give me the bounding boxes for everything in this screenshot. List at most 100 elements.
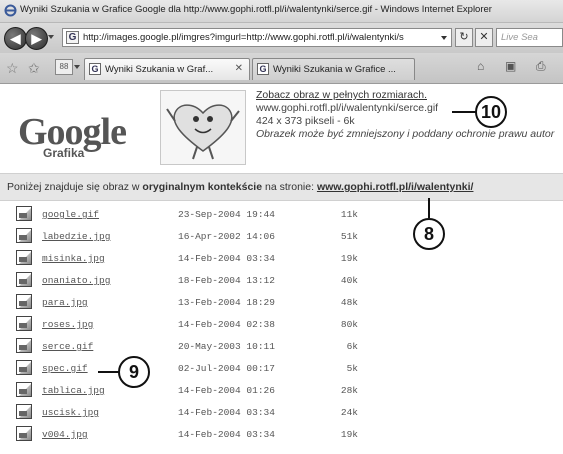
source-page-link[interactable]: www.gophi.rotfl.pl/i/walentynki/ bbox=[317, 181, 474, 193]
file-name-link[interactable]: para.jpg bbox=[42, 297, 88, 308]
callout-9: 9 bbox=[118, 356, 150, 388]
file-date: 14-Feb-2004 03:34 bbox=[178, 407, 275, 418]
favorites-star-icon[interactable]: ☆ bbox=[6, 60, 19, 77]
window-title-bar: Wyniki Szukania w Grafice Google dla htt… bbox=[0, 0, 563, 23]
quick-tabs-icon[interactable]: 88 bbox=[55, 59, 73, 75]
context-bar: Poniżej znajduje się obraz w oryginalnym… bbox=[0, 173, 563, 201]
image-file-icon[interactable] bbox=[16, 360, 32, 375]
live-search-input[interactable]: Live Sea bbox=[496, 28, 563, 47]
file-name-link[interactable]: onaniato.jpg bbox=[42, 275, 110, 286]
tab-label: Wyniki Szukania w Grafice ... bbox=[273, 64, 396, 75]
file-size: 80k bbox=[340, 319, 358, 330]
file-name-link[interactable]: misinka.jpg bbox=[42, 253, 105, 264]
image-info: Zobacz obraz w pełnych rozmiarach. www.g… bbox=[256, 89, 563, 141]
file-size: 48k bbox=[340, 297, 358, 308]
file-date: 16-Apr-2002 14:06 bbox=[178, 231, 275, 242]
file-row: onaniato.jpg 18-Feb-2004 13:12 40k bbox=[0, 270, 563, 290]
image-file-icon[interactable] bbox=[16, 272, 32, 287]
tab-list-dropdown-icon[interactable] bbox=[74, 65, 80, 69]
file-row: roses.jpg 14-Feb-2004 02:38 80k bbox=[0, 314, 563, 334]
file-name-link[interactable]: google.gif bbox=[42, 209, 99, 220]
recent-pages-dropdown[interactable] bbox=[48, 35, 54, 39]
file-name-link[interactable]: v004.jpg bbox=[42, 429, 88, 440]
feeds-icon[interactable]: ▣ bbox=[505, 59, 516, 73]
image-file-icon[interactable] bbox=[16, 294, 32, 309]
file-name-link[interactable]: spec.gif bbox=[42, 363, 88, 374]
image-file-icon[interactable] bbox=[16, 426, 32, 441]
google-favicon-icon: G bbox=[66, 31, 79, 44]
image-url: www.gophi.rotfl.pl/i/walentynki/serce.gi… bbox=[256, 102, 439, 114]
file-date: 23-Sep-2004 19:44 bbox=[178, 209, 275, 220]
image-file-icon[interactable] bbox=[16, 206, 32, 221]
stop-button[interactable]: ✕ bbox=[475, 28, 493, 47]
file-date: 18-Feb-2004 13:12 bbox=[178, 275, 275, 286]
file-row: serce.gif 20-May-2003 10:11 6k bbox=[0, 336, 563, 356]
file-size: 11k bbox=[340, 209, 358, 220]
file-row: misinka.jpg 14-Feb-2004 03:34 19k bbox=[0, 248, 563, 268]
close-tab-icon[interactable]: ✕ bbox=[235, 63, 243, 74]
file-date: 13-Feb-2004 18:29 bbox=[178, 297, 275, 308]
refresh-button[interactable]: ↻ bbox=[455, 28, 473, 47]
image-file-icon[interactable] bbox=[16, 250, 32, 265]
file-date: 14-Feb-2004 02:38 bbox=[178, 319, 275, 330]
file-name-link[interactable]: serce.gif bbox=[42, 341, 93, 352]
file-row: spec.gif 02-Jul-2004 00:17 5k bbox=[0, 358, 563, 378]
home-icon[interactable]: ⌂ bbox=[477, 59, 484, 73]
window-title: Wyniki Szukania w Grafice Google dla htt… bbox=[20, 4, 492, 15]
file-date: 20-May-2003 10:11 bbox=[178, 341, 275, 352]
image-result-header: Google Grafika Zobacz obraz w pełnych ro… bbox=[0, 84, 563, 172]
file-row: uscisk.jpg 14-Feb-2004 03:34 24k bbox=[0, 402, 563, 422]
context-pre: Poniżej znajduje się obraz w bbox=[7, 181, 143, 193]
forward-arrow-icon: ▶ bbox=[31, 31, 42, 46]
image-file-icon[interactable] bbox=[16, 338, 32, 353]
image-thumbnail[interactable] bbox=[160, 90, 246, 165]
image-file-icon[interactable] bbox=[16, 382, 32, 397]
callout-10: 10 bbox=[475, 96, 507, 128]
file-name-link[interactable]: roses.jpg bbox=[42, 319, 93, 330]
file-row: labedzie.jpg 16-Apr-2002 14:06 51k bbox=[0, 226, 563, 246]
print-icon[interactable]: ⎙ bbox=[536, 59, 546, 74]
context-text: Poniżej znajduje się obraz w oryginalnym… bbox=[7, 181, 473, 193]
file-size: 24k bbox=[340, 407, 358, 418]
tab-google-images-second[interactable]: G Wyniki Szukania w Grafice ... bbox=[252, 58, 415, 80]
add-favorites-icon[interactable]: ✩ bbox=[28, 60, 40, 77]
file-name-link[interactable]: tablica.jpg bbox=[42, 385, 105, 396]
file-date: 14-Feb-2004 03:34 bbox=[178, 429, 275, 440]
context-mid: na stronie: bbox=[262, 181, 317, 193]
image-file-icon[interactable] bbox=[16, 228, 32, 243]
forward-button[interactable]: ▶ bbox=[25, 27, 48, 50]
file-name-link[interactable]: labedzie.jpg bbox=[42, 231, 110, 242]
file-name-link[interactable]: uscisk.jpg bbox=[42, 407, 99, 418]
file-date: 14-Feb-2004 03:34 bbox=[178, 253, 275, 264]
file-size: 19k bbox=[340, 253, 358, 264]
directory-listing: google.gif 23-Sep-2004 19:44 11k labedzie.j… bbox=[0, 200, 563, 454]
address-input[interactable]: http://images.google.pl/imgres?imgurl=ht… bbox=[83, 32, 438, 43]
image-file-icon[interactable] bbox=[16, 316, 32, 331]
google-favicon-icon: G bbox=[89, 63, 101, 75]
navigation-bar: ◀ ▶ G http://images.google.pl/imgres?img… bbox=[0, 23, 563, 53]
file-date: 14-Feb-2004 01:26 bbox=[178, 385, 275, 396]
image-file-icon[interactable] bbox=[16, 404, 32, 419]
copyright-notice: Obrazek może być zmniejszony i poddany o… bbox=[256, 128, 555, 140]
file-size: 6k bbox=[346, 341, 358, 352]
back-arrow-icon: ◀ bbox=[10, 31, 21, 46]
file-row: para.jpg 13-Feb-2004 18:29 48k bbox=[0, 292, 563, 312]
file-row: google.gif 23-Sep-2004 19:44 11k bbox=[0, 204, 563, 224]
google-favicon-icon: G bbox=[257, 63, 269, 75]
file-size: 5k bbox=[346, 363, 358, 374]
tab-google-images-active[interactable]: G Wyniki Szukania w Graf... ✕ bbox=[84, 58, 250, 80]
address-bar[interactable]: G http://images.google.pl/imgres?imgurl=… bbox=[62, 28, 452, 47]
callout-9-line bbox=[98, 371, 119, 373]
full-size-link[interactable]: Zobacz obraz w pełnych rozmiarach. bbox=[256, 89, 563, 102]
back-button[interactable]: ◀ bbox=[4, 27, 27, 50]
internet-explorer-icon bbox=[4, 4, 17, 17]
file-date: 02-Jul-2004 00:17 bbox=[178, 363, 275, 374]
file-size: 19k bbox=[340, 429, 358, 440]
file-row: v004.jpg 14-Feb-2004 03:34 19k bbox=[0, 424, 563, 444]
search-placeholder: Live Sea bbox=[501, 32, 538, 43]
file-size: 40k bbox=[340, 275, 358, 286]
callout-10-line bbox=[452, 111, 476, 113]
address-dropdown-icon[interactable] bbox=[441, 36, 447, 40]
original-context-label: oryginalnym kontekście bbox=[142, 181, 263, 193]
grafika-label: Grafika bbox=[43, 146, 85, 160]
